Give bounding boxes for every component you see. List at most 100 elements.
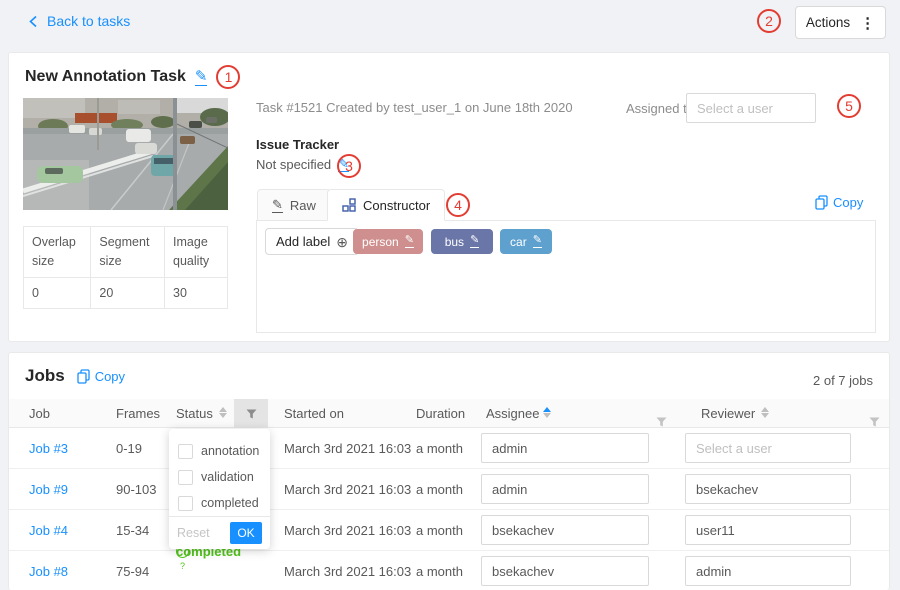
cvat-task-page: Back to tasks 2 Actions ⋮ New Annotation…	[0, 0, 900, 590]
param-header-segment: Segment size	[91, 227, 165, 278]
label-chip-person[interactable]: person ✎	[353, 229, 423, 254]
job-link[interactable]: Job #8	[29, 551, 68, 590]
param-value-overlap: 0	[24, 277, 91, 308]
copy-labels-label: Copy	[833, 195, 863, 210]
tab-raw-label: Raw	[290, 198, 316, 213]
chevron-left-icon	[28, 15, 39, 28]
filter-option-validation[interactable]: validation	[169, 464, 270, 490]
tab-constructor[interactable]: Constructor	[327, 189, 445, 221]
filter-option-completed[interactable]: completed	[169, 490, 270, 516]
more-vertical-icon: ⋮	[860, 14, 875, 32]
label-chip-bus[interactable]: bus ✎	[431, 229, 493, 254]
jobs-card: Jobs Copy 2 of 7 jobs Job Frames Status …	[8, 352, 890, 590]
filter-reset-button[interactable]: Reset	[177, 526, 210, 540]
filter-ok-button[interactable]: OK	[230, 522, 262, 544]
label-chip-car-text: car	[510, 235, 527, 249]
checkbox-completed[interactable]	[178, 496, 193, 511]
annotation-badge-5: 5	[837, 94, 861, 118]
task-details-card: New Annotation Task ✎ 1	[8, 52, 890, 342]
actions-button[interactable]: Actions ⋮	[795, 6, 886, 39]
edit-label-icon[interactable]: ✎	[533, 235, 542, 248]
label-chip-car[interactable]: car ✎	[500, 229, 552, 254]
task-params-table: Overlap size Segment size Image quality …	[23, 226, 228, 309]
checkbox-validation[interactable]	[178, 470, 193, 485]
assignee-input[interactable]	[481, 515, 649, 545]
reviewer-input[interactable]	[685, 474, 851, 504]
filter-dropdown-footer: Reset OK	[169, 516, 270, 549]
label-chip-person-text: person	[362, 235, 399, 249]
add-label-text: Add label	[276, 234, 330, 249]
issue-tracker-value: Not specified	[256, 157, 331, 172]
job-link[interactable]: Job #4	[29, 510, 68, 551]
checkbox-annotation[interactable]	[178, 444, 193, 459]
plus-circle-icon: ⊕	[336, 235, 348, 249]
annotation-badge-4: 4	[446, 193, 470, 217]
copy-labels-link[interactable]: Copy	[815, 195, 863, 210]
reviewer-input[interactable]	[685, 556, 851, 586]
task-title-row: New Annotation Task ✎ 1	[25, 65, 240, 89]
duration-cell: a month	[416, 469, 463, 510]
issue-tracker-value-row: Not specified ✎	[256, 157, 349, 172]
frames-cell: 75-94	[116, 551, 149, 590]
col-started: Started on	[284, 399, 344, 428]
edit-title-icon[interactable]: ✎	[195, 69, 208, 86]
job-link[interactable]: Job #3	[29, 428, 68, 469]
job-link[interactable]: Job #9	[29, 469, 68, 510]
frames-cell: 15-34	[116, 510, 149, 551]
duration-cell: a month	[416, 428, 463, 469]
filter-funnel-icon	[246, 409, 257, 419]
frames-cell: 0-19	[116, 428, 142, 469]
filter-funnel-icon	[869, 417, 880, 427]
reviewer-input[interactable]	[685, 515, 851, 545]
started-cell: March 3rd 2021 16:03	[284, 428, 411, 469]
jobs-title: Jobs	[25, 366, 65, 386]
filter-option-completed-label: completed	[201, 496, 259, 510]
edit-label-icon[interactable]: ✎	[470, 235, 479, 248]
started-cell: March 3rd 2021 16:03	[284, 510, 411, 551]
build-blocks-icon	[342, 198, 356, 212]
param-header-quality: Image quality	[165, 227, 228, 278]
jobs-table-header: Job Frames Status Started on Duration As…	[9, 399, 889, 428]
copy-jobs-label: Copy	[95, 369, 125, 384]
col-job: Job	[29, 399, 50, 428]
back-to-tasks-label: Back to tasks	[47, 13, 130, 29]
annotation-badge-3: 3	[337, 154, 361, 178]
annotation-badge-2: 2	[757, 9, 781, 33]
col-status: Status	[176, 399, 213, 428]
annotation-badge-1: 1	[216, 65, 240, 89]
assigned-to-label: Assigned to	[626, 101, 694, 116]
assignee-input[interactable]	[481, 556, 649, 586]
status-filter-button[interactable]	[234, 399, 268, 428]
assignee-sort-icon[interactable]	[543, 407, 551, 418]
job-row-4: Job #8 75-94 completed ? March 3rd 2021 …	[9, 551, 889, 590]
copy-icon	[77, 369, 90, 384]
duration-cell: a month	[416, 510, 463, 551]
assignee-input[interactable]	[481, 474, 649, 504]
status-sort-icon[interactable]	[219, 407, 227, 418]
assignee-input[interactable]	[481, 433, 649, 463]
filter-option-annotation[interactable]: annotation	[169, 438, 270, 464]
reviewer-input[interactable]	[685, 433, 851, 463]
copy-jobs-link[interactable]: Copy	[77, 369, 125, 384]
assigned-to-input[interactable]	[686, 93, 816, 123]
tab-raw[interactable]: ✎ Raw	[257, 189, 331, 221]
col-assignee: Assignee	[486, 399, 539, 428]
filter-option-annotation-label: annotation	[201, 444, 259, 458]
back-to-tasks-link[interactable]: Back to tasks	[28, 13, 130, 29]
job-row-3: Job #4 15-34 March 3rd 2021 16:03 a mont…	[9, 510, 889, 551]
traffic-scene-illustration	[23, 98, 228, 210]
pencil-icon: ✎	[272, 198, 283, 213]
jobs-count: 2 of 7 jobs	[813, 373, 873, 388]
add-label-button[interactable]: Add label ⊕	[265, 228, 359, 255]
param-value-segment: 20	[91, 277, 165, 308]
started-cell: March 3rd 2021 16:03	[284, 551, 411, 590]
actions-label: Actions	[806, 15, 850, 30]
jobs-header: Jobs Copy	[25, 366, 125, 386]
reviewer-sort-icon[interactable]	[761, 407, 769, 418]
duration-cell: a month	[416, 551, 463, 590]
copy-icon	[815, 195, 828, 210]
param-header-overlap: Overlap size	[24, 227, 91, 278]
edit-label-icon[interactable]: ✎	[405, 235, 414, 248]
label-chip-bus-text: bus	[445, 235, 464, 249]
col-reviewer: Reviewer	[701, 399, 755, 428]
